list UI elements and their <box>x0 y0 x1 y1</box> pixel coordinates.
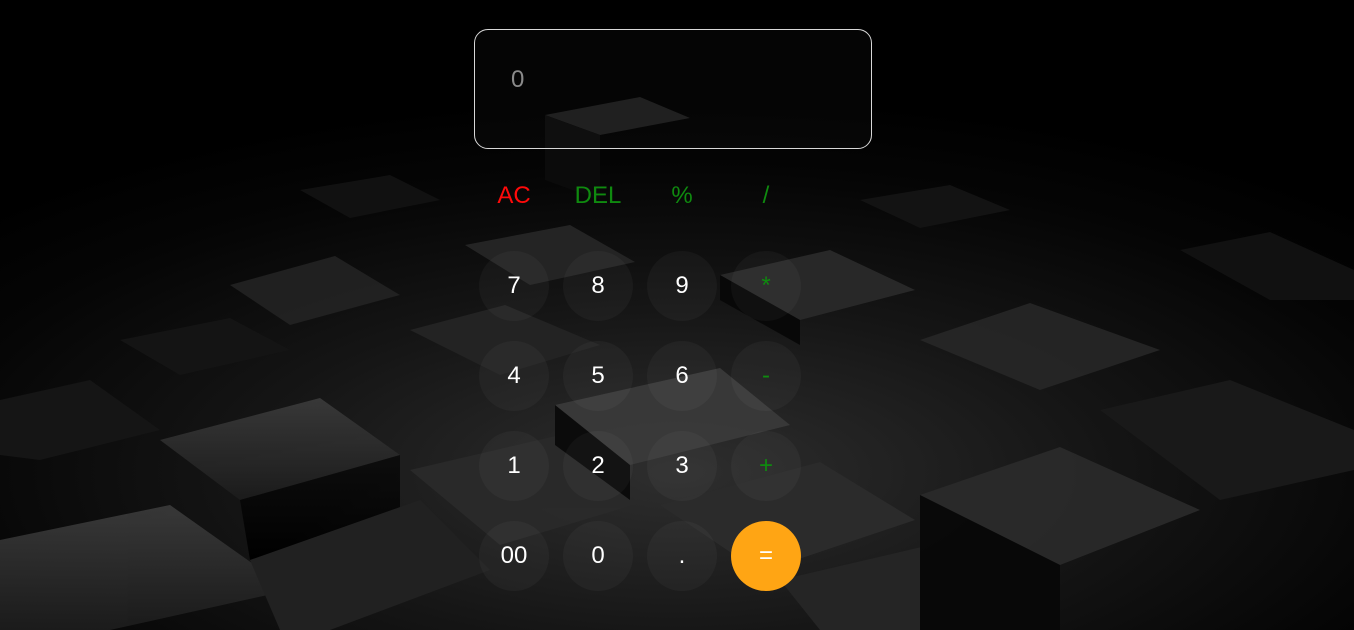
digit-8-button[interactable]: 8 <box>563 251 633 321</box>
double-zero-button[interactable]: 00 <box>479 521 549 591</box>
multiply-button[interactable]: * <box>731 251 801 321</box>
digit-4-button[interactable]: 4 <box>479 341 549 411</box>
divide-button[interactable]: / <box>731 161 801 231</box>
display-panel <box>474 29 872 149</box>
minus-button[interactable]: - <box>731 341 801 411</box>
digit-9-button[interactable]: 9 <box>647 251 717 321</box>
percent-button[interactable]: % <box>647 161 717 231</box>
digit-3-button[interactable]: 3 <box>647 431 717 501</box>
calculator: AC DEL % / 7 8 9 * 4 5 6 - 1 2 3 + 00 0 … <box>0 0 1354 630</box>
digit-0-button[interactable]: 0 <box>563 521 633 591</box>
calculator-page: AC DEL % / 7 8 9 * 4 5 6 - 1 2 3 + 00 0 … <box>0 0 1354 630</box>
digit-2-button[interactable]: 2 <box>563 431 633 501</box>
display-input[interactable] <box>511 66 851 94</box>
delete-button[interactable]: DEL <box>563 161 633 231</box>
digit-1-button[interactable]: 1 <box>479 431 549 501</box>
digit-5-button[interactable]: 5 <box>563 341 633 411</box>
digit-7-button[interactable]: 7 <box>479 251 549 321</box>
digit-6-button[interactable]: 6 <box>647 341 717 411</box>
equals-button[interactable]: = <box>731 521 801 591</box>
all-clear-button[interactable]: AC <box>479 161 549 231</box>
plus-button[interactable]: + <box>731 431 801 501</box>
decimal-point-button[interactable]: . <box>647 521 717 591</box>
